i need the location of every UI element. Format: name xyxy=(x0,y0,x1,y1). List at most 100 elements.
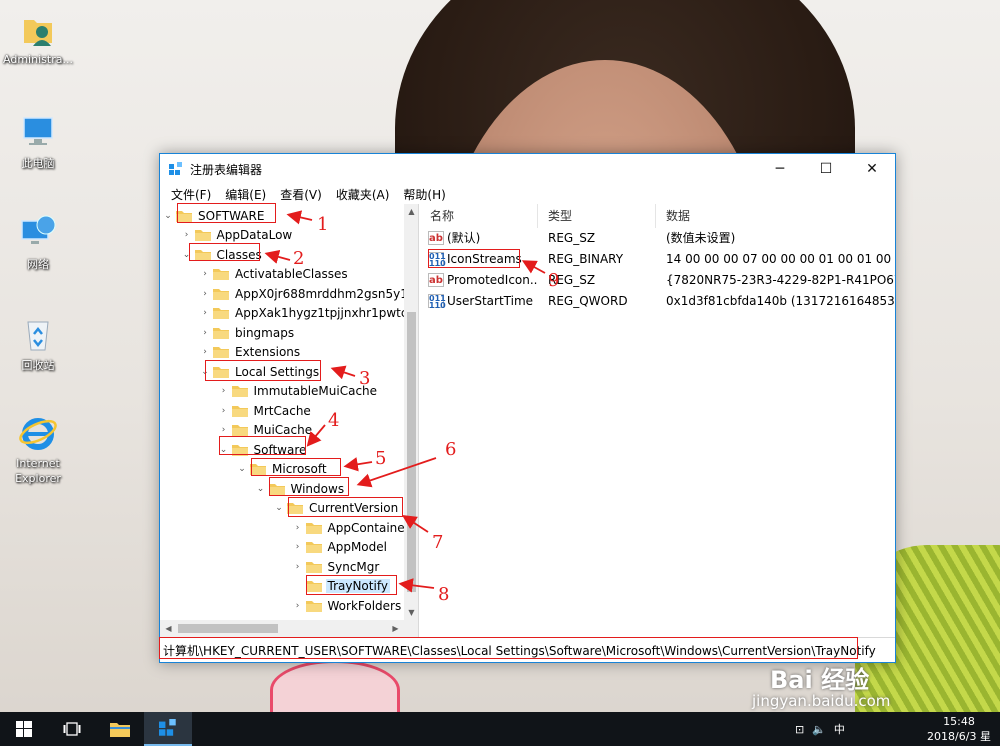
expand-chevron-icon[interactable]: › xyxy=(181,230,193,240)
taskbar-clock[interactable]: 15:48 2018/6/3 星期日 xyxy=(924,714,994,746)
scrollbar-corner xyxy=(404,620,418,637)
tree-node[interactable]: › ImmutableMuiCache xyxy=(218,382,380,402)
annotation-box-status-path xyxy=(159,637,858,659)
user-folder-icon xyxy=(24,20,52,46)
minimize-button[interactable]: ─ xyxy=(757,154,803,184)
value-row[interactable]: ab PromotedIcon... REG_SZ {7820NR75-23R3-42… xyxy=(420,270,895,291)
ime-indicator[interactable]: 中 xyxy=(834,721,845,737)
value-row[interactable]: ab (默认) REG_SZ (数值未设置) xyxy=(420,228,895,249)
tray-volume-icon[interactable]: 🔈 xyxy=(812,723,826,736)
desktop-icon-recycle-bin[interactable]: 回收站 xyxy=(0,314,76,373)
collapse-chevron-icon[interactable]: ⌄ xyxy=(236,464,248,474)
maximize-button[interactable]: ☐ xyxy=(803,154,849,184)
close-button[interactable]: ✕ xyxy=(849,154,895,184)
annotation-box-windows xyxy=(269,477,349,496)
tree-node-label: AppXak1hygz1tpjjnxhr1pwtcg xyxy=(235,306,404,321)
value-row[interactable]: 011 110 UserStartTime REG_QWORD 0x1d3f81cbfd… xyxy=(420,291,895,312)
expand-chevron-icon[interactable]: › xyxy=(218,425,230,435)
key-tree-pane: ⌄ SOFTWARE › AppDataLow ⌄ Classes › Activatable… xyxy=(160,204,419,637)
file-explorer-button[interactable] xyxy=(96,712,144,746)
string-value-icon: ab xyxy=(428,273,444,287)
menu-edit[interactable]: 编辑(E) xyxy=(218,186,273,203)
annotation-box-classes xyxy=(189,243,260,261)
column-header-type[interactable]: 类型 xyxy=(538,204,656,228)
value-data: (数值未设置) xyxy=(666,231,736,245)
scroll-up-arrow-icon[interactable]: ▲ xyxy=(404,204,418,219)
scrollbar-thumb[interactable] xyxy=(407,312,416,592)
tree-node[interactable]: › SyncMgr xyxy=(292,557,382,577)
scroll-down-arrow-icon[interactable]: ▼ xyxy=(404,605,418,620)
regedit-taskbar-button[interactable] xyxy=(144,712,192,746)
annotation-number-2: 2 xyxy=(293,248,305,269)
expand-chevron-icon[interactable]: › xyxy=(292,562,304,572)
tree-node-label: AppX0jr688mrddhm2gsn5y1c xyxy=(235,286,404,301)
task-view-button[interactable] xyxy=(48,712,96,746)
clock-date: 2018/6/3 星期日 xyxy=(927,730,991,746)
scroll-right-arrow-icon[interactable]: ▶ xyxy=(387,620,404,637)
tree-node[interactable]: › AppX0jr688mrddhm2gsn5y1c xyxy=(199,284,404,304)
tree-node[interactable]: › ActivatableClasses xyxy=(199,265,350,285)
annotation-number-8: 8 xyxy=(438,584,450,605)
menu-file[interactable]: 文件(F) xyxy=(164,186,218,203)
tree-vertical-scrollbar[interactable]: ▲ ▼ xyxy=(404,204,418,620)
tree-node[interactable]: › AppXak1hygz1tpjjnxhr1pwtcg xyxy=(199,304,404,324)
folder-icon xyxy=(213,327,229,339)
start-button[interactable] xyxy=(0,712,48,746)
value-name: PromotedIcon... xyxy=(447,273,538,287)
folder-icon xyxy=(213,308,229,320)
expand-chevron-icon[interactable]: › xyxy=(292,601,304,611)
expand-chevron-icon[interactable]: › xyxy=(292,523,304,533)
annotation-box-iconstreams xyxy=(428,249,520,268)
tree-node[interactable]: › AppModel xyxy=(292,538,389,558)
tray-network-icon[interactable]: ⊡ xyxy=(795,723,804,736)
tree-node-label: SyncMgr xyxy=(327,559,380,574)
annotation-box-local-settings xyxy=(205,360,321,381)
tree-node[interactable]: › bingmaps xyxy=(199,323,296,343)
tree-node[interactable]: › WorkFolders xyxy=(292,596,404,616)
menu-view[interactable]: 查看(V) xyxy=(273,186,329,203)
folder-icon xyxy=(194,230,211,242)
expand-chevron-icon[interactable]: › xyxy=(292,542,304,552)
expand-chevron-icon[interactable]: › xyxy=(199,347,211,357)
tree-node[interactable]: › MrtCache xyxy=(218,401,313,421)
key-tree: ⌄ SOFTWARE › AppDataLow ⌄ Classes › Activatable… xyxy=(160,204,404,620)
title-bar[interactable]: 注册表编辑器 ─ ☐ ✕ xyxy=(160,154,895,184)
value-data: 14 00 00 00 07 00 00 00 01 00 01 00 04 xyxy=(666,252,895,266)
network-icon xyxy=(21,215,56,244)
expand-chevron-icon[interactable]: › xyxy=(199,289,211,299)
folder-icon xyxy=(231,405,248,417)
scrollbar-thumb[interactable] xyxy=(178,624,278,633)
column-header-name[interactable]: 名称 xyxy=(420,204,538,228)
expand-chevron-icon[interactable]: › xyxy=(199,308,211,318)
tree-node[interactable]: › AppContaine xyxy=(292,518,404,538)
expand-chevron-icon[interactable]: › xyxy=(199,269,211,279)
scroll-left-arrow-icon[interactable]: ◀ xyxy=(160,620,177,637)
desktop-icon-administrator[interactable]: Administra... xyxy=(0,8,76,67)
value-type: REG_SZ xyxy=(548,231,596,245)
annotation-number-9: 9 xyxy=(548,270,560,291)
expand-chevron-icon[interactable]: › xyxy=(218,406,230,416)
annotation-box-traynotify xyxy=(306,575,397,595)
tree-node-label: MrtCache xyxy=(253,403,311,418)
regedit-app-icon xyxy=(169,162,182,175)
collapse-chevron-icon[interactable]: ⌄ xyxy=(273,503,285,513)
collapse-chevron-icon[interactable]: ⌄ xyxy=(162,211,174,221)
annotation-number-1: 1 xyxy=(317,214,329,235)
annotation-number-4: 4 xyxy=(328,410,340,431)
folder-icon xyxy=(110,723,130,737)
annotation-number-7: 7 xyxy=(432,532,444,553)
expand-chevron-icon[interactable]: › xyxy=(218,386,230,396)
list-header: 名称 类型 数据 xyxy=(420,204,895,228)
menu-help[interactable]: 帮助(H) xyxy=(396,186,452,203)
desktop-icon-internet-explorer[interactable]: Internet Explorer xyxy=(0,412,76,486)
annotation-box-currentversion xyxy=(288,497,403,517)
collapse-chevron-icon[interactable]: ⌄ xyxy=(255,484,267,494)
desktop-icon-this-pc[interactable]: 此电脑 xyxy=(0,112,76,171)
expand-chevron-icon[interactable]: › xyxy=(199,328,211,338)
column-header-data[interactable]: 数据 xyxy=(656,204,895,228)
desktop-icon-network[interactable]: 网络 xyxy=(0,213,76,272)
tree-node-label: AppModel xyxy=(327,540,387,555)
tree-horizontal-scrollbar[interactable]: ◀ ▶ xyxy=(160,620,404,637)
menu-favorites[interactable]: 收藏夹(A) xyxy=(329,186,397,203)
tree-node-label: WorkFolders xyxy=(327,598,402,613)
